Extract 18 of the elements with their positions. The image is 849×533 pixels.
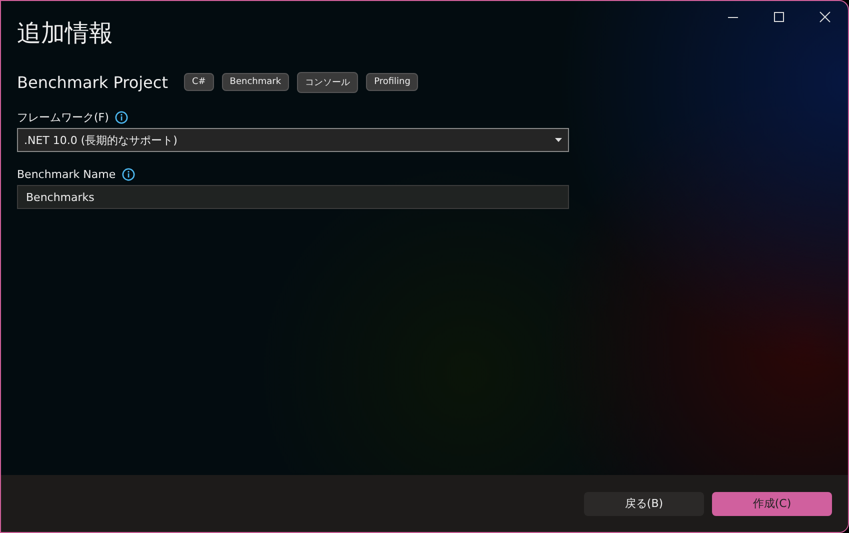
framework-dropdown[interactable]: .NET 10.0 (長期的なサポート)	[17, 128, 569, 152]
info-icon[interactable]	[114, 110, 128, 124]
tag: Benchmark	[222, 73, 290, 91]
tag: Profiling	[366, 73, 418, 91]
caret-icon	[555, 138, 562, 142]
info-icon[interactable]	[122, 168, 135, 180]
input-field[interactable]: Benchmarks	[17, 185, 569, 209]
project-name: Benchmark Project	[17, 72, 168, 92]
maximize-icon	[772, 10, 786, 24]
minimize-icon	[728, 16, 738, 18]
close-icon	[818, 10, 832, 24]
field-label: Benchmark Name	[17, 168, 116, 180]
create-button[interactable]: 作成(C)	[712, 492, 832, 516]
window-title: 追加情報	[17, 18, 114, 49]
back-button[interactable]: 戻る(B)	[584, 492, 704, 516]
tag: C#	[184, 73, 214, 91]
tag: コンソール	[297, 72, 358, 92]
field-label: フレームワーク(F)	[17, 110, 109, 124]
